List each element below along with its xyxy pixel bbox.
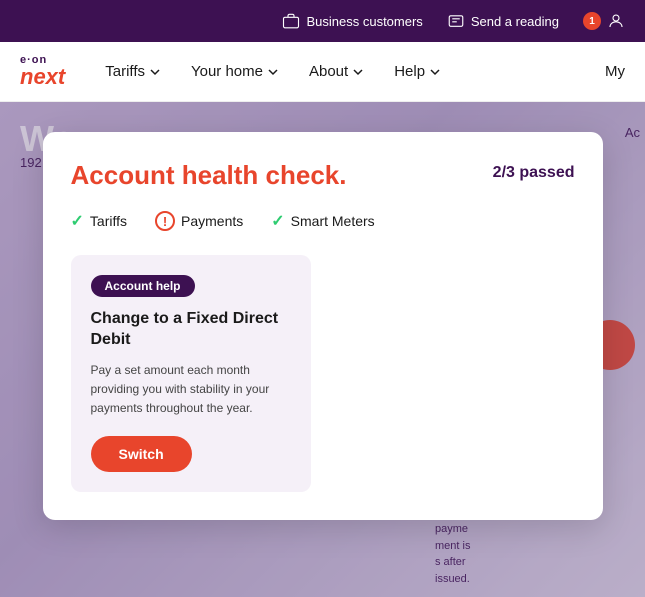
nav-item-tariffs[interactable]: Tariffs	[105, 63, 161, 80]
modal-title: Account health check.	[71, 160, 347, 191]
check-items: ✓ Tariffs ! Payments ✓ Smart Meters	[71, 211, 575, 231]
meter-icon	[447, 12, 465, 30]
nav-about-label: About	[309, 63, 348, 80]
person-icon	[607, 12, 625, 30]
nav-item-your-home[interactable]: Your home	[191, 63, 279, 80]
chevron-down-icon	[267, 66, 279, 78]
notifications[interactable]: 1	[583, 12, 625, 30]
chevron-down-icon	[149, 66, 161, 78]
briefcase-icon	[282, 12, 300, 30]
send-reading-link[interactable]: Send a reading	[447, 12, 559, 30]
check-item-smart-meters: ✓ Smart Meters	[271, 211, 374, 231]
modal-overlay: Account health check. 2/3 passed ✓ Tarif…	[0, 102, 645, 597]
nav-bar: e·on next Tariffs Your home About Help M…	[0, 42, 645, 102]
card-title: Change to a Fixed Direct Debit	[91, 309, 291, 351]
utility-bar: Business customers Send a reading 1	[0, 0, 645, 42]
check-payments-label: Payments	[181, 213, 243, 229]
notification-badge: 1	[583, 12, 601, 30]
logo-next: next	[20, 66, 65, 88]
nav-help-label: Help	[394, 63, 425, 80]
passed-badge: 2/3 passed	[493, 164, 575, 182]
account-health-modal: Account health check. 2/3 passed ✓ Tarif…	[43, 132, 603, 520]
nav-my[interactable]: My	[605, 63, 625, 80]
business-customers-link[interactable]: Business customers	[282, 12, 422, 30]
switch-button[interactable]: Switch	[91, 436, 192, 472]
check-item-payments: ! Payments	[155, 211, 243, 231]
card-description: Pay a set amount each month providing yo…	[91, 361, 291, 419]
nav-tariffs-label: Tariffs	[105, 63, 145, 80]
check-smart-meters-label: Smart Meters	[291, 213, 375, 229]
logo[interactable]: e·on next	[20, 55, 65, 88]
check-pass-icon: ✓	[71, 211, 84, 231]
chevron-down-icon	[429, 66, 441, 78]
card-tag: Account help	[91, 275, 195, 297]
account-help-card: Account help Change to a Fixed Direct De…	[71, 255, 311, 492]
business-customers-label: Business customers	[306, 14, 422, 29]
nav-your-home-label: Your home	[191, 63, 263, 80]
nav-item-about[interactable]: About	[309, 63, 364, 80]
check-tariffs-label: Tariffs	[90, 213, 127, 229]
send-reading-label: Send a reading	[471, 14, 559, 29]
check-pass-icon: ✓	[271, 211, 284, 231]
nav-item-help[interactable]: Help	[394, 63, 441, 80]
check-warning-icon: !	[155, 211, 175, 231]
check-item-tariffs: ✓ Tariffs	[71, 211, 128, 231]
modal-header: Account health check. 2/3 passed	[71, 160, 575, 191]
chevron-down-icon	[352, 66, 364, 78]
